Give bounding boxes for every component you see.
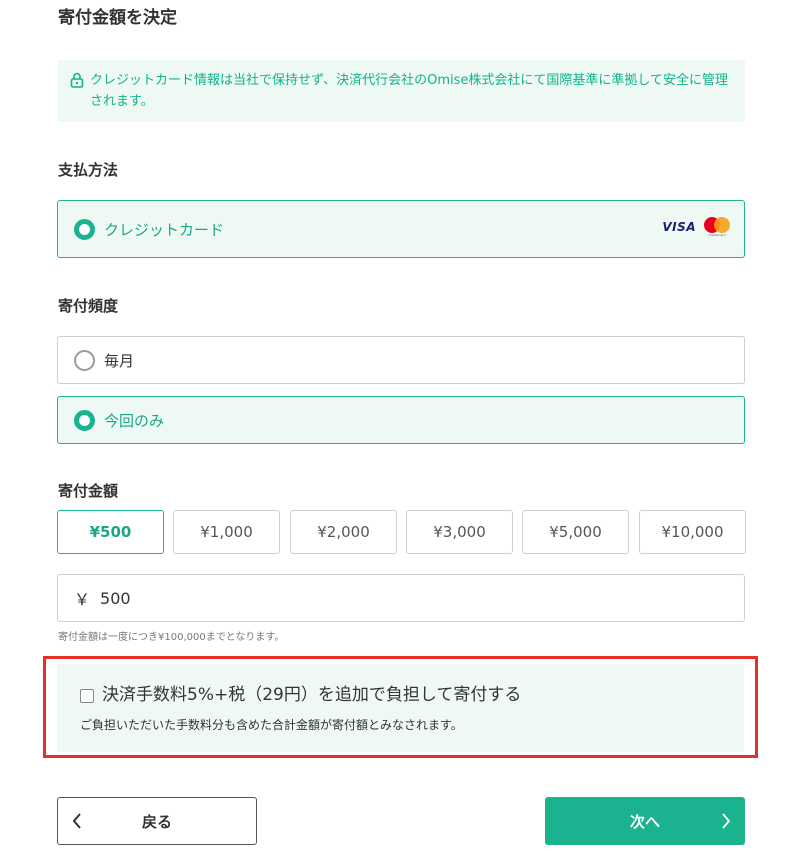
lock-icon bbox=[70, 72, 84, 88]
frequency-option-label: 今回のみ bbox=[104, 411, 165, 430]
fee-option-panel bbox=[57, 664, 744, 752]
payment-option-label: クレジットカード bbox=[104, 220, 225, 239]
payment-option-credit-card[interactable]: クレジットカード VISA mastercard bbox=[57, 200, 745, 258]
amount-preset-10000[interactable]: ¥10,000 bbox=[639, 510, 746, 554]
frequency-label: 寄付頻度 bbox=[58, 297, 119, 315]
visa-logo: VISA bbox=[662, 220, 696, 234]
amount-preset-2000[interactable]: ¥2,000 bbox=[290, 510, 397, 554]
next-button[interactable]: 次へ bbox=[545, 797, 745, 845]
mastercard-logo: mastercard bbox=[704, 217, 730, 237]
amount-limit-note: 寄付金額は一度につき¥100,000までとなります。 bbox=[58, 632, 285, 643]
chevron-left-icon bbox=[72, 813, 81, 829]
radio-unselected-icon bbox=[74, 349, 95, 371]
security-notice: クレジットカード情報は当社で保持せず、決済代行会社のOmise株式会社にて国際基… bbox=[58, 60, 745, 122]
chevron-right-icon bbox=[722, 813, 731, 829]
amount-preset-1000[interactable]: ¥1,000 bbox=[173, 510, 280, 554]
fee-checkbox-label[interactable]: 決済手数料5%+税（29円）を追加で負担して寄付する bbox=[102, 683, 521, 707]
radio-selected-icon bbox=[74, 218, 95, 240]
page-title: 寄付金額を決定 bbox=[58, 8, 177, 28]
next-button-label: 次へ bbox=[629, 812, 660, 831]
frequency-option-once[interactable]: 今回のみ bbox=[57, 396, 745, 444]
payment-method-label: 支払方法 bbox=[58, 161, 119, 179]
security-notice-text: クレジットカード情報は当社で保持せず、決済代行会社のOmise株式会社にて国際基… bbox=[90, 73, 728, 109]
amount-field[interactable]: ￥ bbox=[57, 574, 745, 622]
card-brands: VISA mastercard bbox=[662, 217, 730, 237]
fee-checkbox[interactable] bbox=[80, 689, 94, 703]
amount-input[interactable] bbox=[100, 588, 701, 608]
radio-selected-icon bbox=[74, 409, 95, 431]
amount-label: 寄付金額 bbox=[58, 482, 119, 500]
frequency-option-label: 毎月 bbox=[104, 351, 135, 370]
back-button[interactable]: 戻る bbox=[57, 797, 257, 845]
frequency-option-monthly[interactable]: 毎月 bbox=[57, 336, 745, 384]
amount-preset-5000[interactable]: ¥5,000 bbox=[522, 510, 629, 554]
currency-symbol: ￥ bbox=[74, 590, 91, 609]
fee-description: ご負担いただいた手数料分も含めた合計金額が寄付額とみなされます。 bbox=[80, 718, 463, 732]
amount-preset-3000[interactable]: ¥3,000 bbox=[406, 510, 513, 554]
amount-preset-500[interactable]: ¥500 bbox=[57, 510, 164, 554]
back-button-label: 戻る bbox=[141, 812, 172, 831]
